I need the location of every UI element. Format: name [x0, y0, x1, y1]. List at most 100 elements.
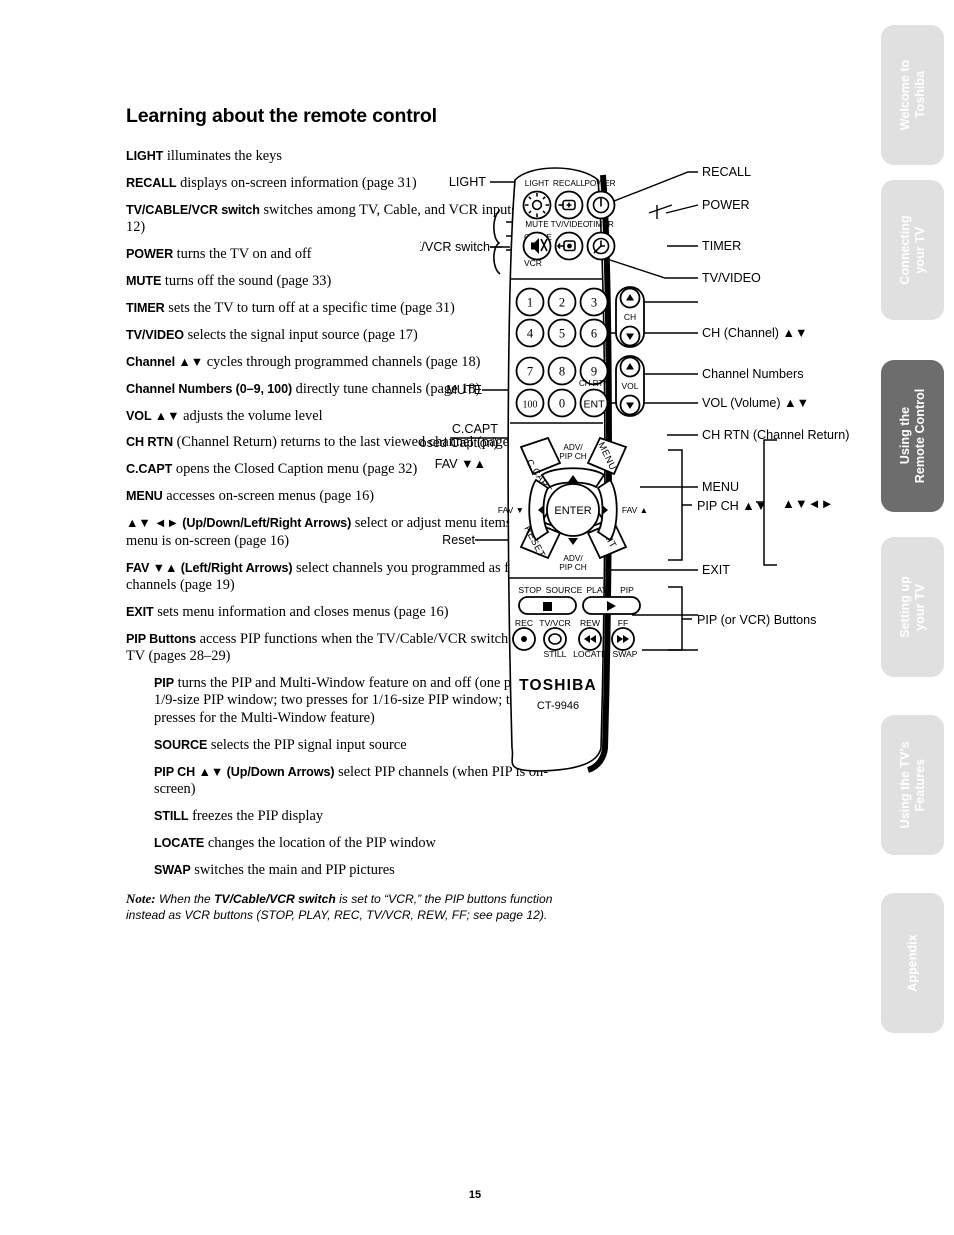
- chapter-tab[interactable]: Welcome to Toshiba: [881, 25, 944, 165]
- key-description: LOCATE changes the location of the PIP w…: [154, 835, 558, 852]
- page-number-value: 15: [468, 1189, 482, 1201]
- pip-buttons-bracket: [668, 586, 692, 651]
- svg-text:REW: REW: [580, 618, 601, 628]
- key-name: LIGHT: [126, 149, 164, 163]
- key-text: adjusts the volume level: [179, 407, 323, 424]
- chapter-tab-label: Setting up your TV: [897, 576, 927, 638]
- callout-labels-right: RECALL POWER TIMER TV/VIDEO CH (Channel)…: [697, 165, 849, 627]
- model-number: CT-9946: [537, 700, 579, 712]
- key-text: opens the Closed Caption menu (page 32): [172, 461, 418, 478]
- key-text: illuminates the keys: [163, 148, 282, 164]
- chapter-tab[interactable]: Appendix: [881, 893, 944, 1033]
- key-text: accesses on-screen menus (page 16): [162, 488, 375, 505]
- key-name: TV/CABLE/VCR switch: [126, 202, 260, 217]
- key-text: sets the TV to turn off at a specific ti…: [164, 299, 455, 316]
- callout-labels-left: LIGHT TV/CABLE/VCR switch MUTE C.CAPT (C…: [420, 175, 498, 547]
- key-text: selects the PIP signal input source: [207, 736, 407, 753]
- callout-recall: RECALL: [702, 165, 751, 179]
- pip-ch-bracket: [668, 449, 692, 561]
- svg-text:FF: FF: [618, 618, 629, 628]
- svg-text:POWER: POWER: [584, 178, 615, 188]
- svg-text:9: 9: [591, 365, 597, 379]
- key-text: switches the main and PIP pictures: [190, 861, 395, 878]
- svg-text:5: 5: [559, 327, 565, 341]
- callout-fav: FAV ▼▲: [435, 457, 486, 471]
- key-name: PIP Buttons: [126, 631, 197, 646]
- svg-text:PIP CH: PIP CH: [559, 562, 587, 572]
- key-name: Channel ▲▼: [126, 354, 204, 369]
- key-name: EXIT: [126, 604, 154, 619]
- note-bold: TV/Cable/VCR switch: [214, 892, 336, 907]
- note-part1: When the: [155, 892, 215, 907]
- callout-tv-video: TV/VIDEO: [702, 271, 761, 285]
- key-name: SWAP: [154, 862, 191, 877]
- remote-control-diagram: LIGHT RECALL POWER MUTE TV/VIDEO TIMER T…: [420, 150, 880, 790]
- note-label: Note:: [126, 891, 156, 907]
- callout-power: POWER: [702, 198, 750, 212]
- rec-icon: [521, 636, 527, 642]
- callout-menu: MENU: [702, 480, 739, 494]
- key-name: CH RTN: [126, 435, 173, 450]
- note-paragraph: Note: When the TV/Cable/VCR switch is se…: [126, 891, 558, 924]
- chapter-tab[interactable]: Connecting your TV: [881, 180, 944, 320]
- svg-text:TV/VCR: TV/VCR: [539, 618, 571, 628]
- callout-pip-ch: PIP CH ▲▼: [697, 499, 767, 513]
- svg-text:6: 6: [591, 327, 597, 341]
- key-name: C.CAPT: [126, 462, 173, 477]
- svg-text:7: 7: [527, 365, 533, 379]
- callout-channel-numbers: Channel Numbers: [702, 367, 804, 381]
- chapter-tab-label: Using the TV's Features: [897, 741, 927, 829]
- stop-icon: [543, 602, 552, 611]
- key-name: VOL ▲▼: [126, 408, 180, 423]
- svg-text:0: 0: [559, 397, 565, 411]
- key-name: Channel Numbers (0–9, 100): [126, 381, 293, 396]
- callout-pip-vcr-buttons: PIP (or VCR) Buttons: [697, 613, 816, 627]
- svg-text:4: 4: [527, 327, 534, 341]
- key-name: STILL: [154, 808, 189, 823]
- callout-mute: MUTE: [446, 383, 482, 397]
- key-description: SWAP switches the main and PIP pictures: [154, 862, 558, 879]
- callout-ch-channel: CH (Channel) ▲▼: [702, 326, 807, 340]
- chapter-tab-strip: Welcome to Toshiba Connecting your TV Usin…: [881, 25, 944, 1080]
- svg-text:VOL: VOL: [621, 381, 638, 391]
- key-name: RECALL: [126, 175, 177, 190]
- svg-text:CH: CH: [624, 312, 636, 322]
- callout-tv-cable-vcr-switch: TV/CABLE/VCR switch: [420, 240, 490, 254]
- key-text: changes the location of the PIP window: [204, 834, 436, 851]
- chapter-tab[interactable]: Setting up your TV: [881, 537, 944, 677]
- chapter-tab[interactable]: Using the TV's Features: [881, 715, 944, 855]
- svg-text:FAV ▼: FAV ▼: [498, 505, 524, 515]
- page-title: Learning about the remote control: [126, 105, 437, 127]
- svg-text:SOURCE: SOURCE: [546, 585, 583, 595]
- callout-ccapt-sub: (Closed Caption): [420, 436, 498, 450]
- key-name: ▲▼ ◄► (Up/Down/Left/Right Arrows): [126, 516, 352, 531]
- key-name: POWER: [126, 247, 174, 262]
- svg-text:ENTER: ENTER: [554, 505, 591, 517]
- callout-ccapt: C.CAPT: [452, 422, 498, 436]
- chapter-tab-label: Welcome to Toshiba: [897, 59, 927, 131]
- chapter-tab-label: Using the Remote Control: [897, 388, 927, 484]
- svg-text:3: 3: [591, 296, 597, 310]
- svg-text:RECALL: RECALL: [553, 178, 586, 188]
- key-text: freezes the PIP display: [188, 807, 324, 824]
- callout-light: LIGHT: [449, 175, 486, 189]
- chapter-tab[interactable]: Using the Remote Control: [881, 360, 944, 512]
- key-name: FAV ▼▲ (Left/Right Arrows): [126, 560, 293, 575]
- callout-timer: TIMER: [702, 239, 741, 253]
- key-text: turns the TV on and off: [173, 246, 312, 263]
- key-name: PIP: [154, 676, 174, 691]
- svg-text:1: 1: [527, 296, 533, 310]
- callout-arrows: ▲▼◄►: [782, 496, 833, 511]
- svg-text:TIMER: TIMER: [588, 219, 614, 229]
- vol-rocker: VOL: [615, 355, 645, 417]
- ch-rocker: CH: [615, 286, 645, 348]
- svg-text:TV/VIDEO: TV/VIDEO: [551, 219, 590, 229]
- key-text: displays on-screen information (page 31): [176, 174, 417, 191]
- key-text: sets menu information and closes menus (…: [153, 603, 449, 620]
- svg-text:REC: REC: [515, 618, 533, 628]
- svg-text:MUTE: MUTE: [525, 219, 549, 229]
- callout-reset: Reset: [442, 533, 475, 547]
- svg-text:PIP: PIP: [620, 585, 634, 595]
- toshiba-logo: TOSHIBA: [519, 677, 597, 694]
- key-name: PIP CH ▲▼ (Up/Down Arrows): [154, 764, 335, 779]
